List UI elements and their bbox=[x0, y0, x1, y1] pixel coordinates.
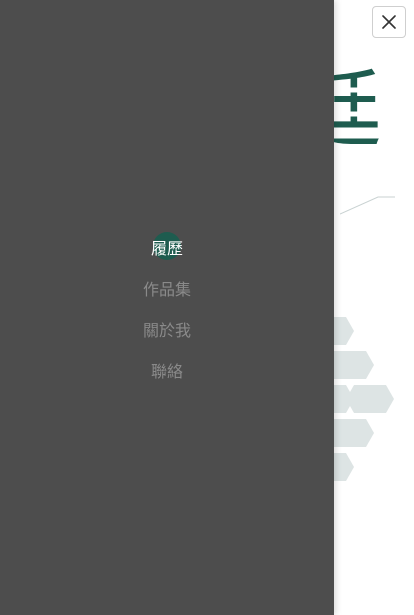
close-icon bbox=[382, 15, 396, 29]
nav-item-portfolio[interactable]: 作品集 bbox=[0, 267, 334, 308]
nav-item-label: 履歷 bbox=[150, 238, 183, 258]
nav-item-contact[interactable]: 聯絡 bbox=[0, 349, 334, 390]
nav-item-about[interactable]: 關於我 bbox=[0, 308, 334, 349]
drawer-nav: 履歷 作品集 關於我 聯絡 bbox=[0, 226, 334, 390]
side-drawer: 履歷 作品集 關於我 聯絡 bbox=[0, 0, 334, 615]
close-menu-button[interactable] bbox=[372, 6, 406, 38]
tagline-divider bbox=[340, 196, 395, 215]
nav-item-resume[interactable]: 履歷 bbox=[0, 226, 334, 267]
nav-item-label: 聯絡 bbox=[150, 361, 183, 381]
nav-item-label: 關於我 bbox=[142, 320, 191, 340]
nav-item-label: 作品集 bbox=[142, 279, 191, 299]
